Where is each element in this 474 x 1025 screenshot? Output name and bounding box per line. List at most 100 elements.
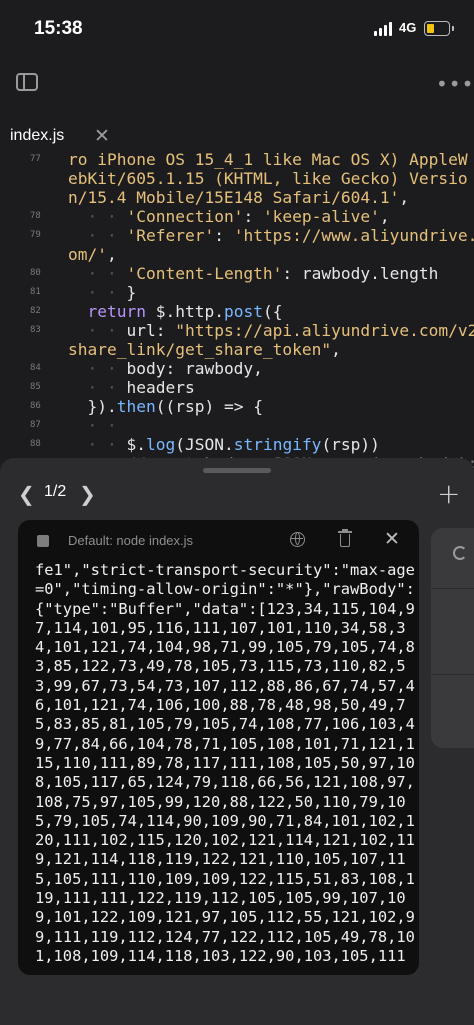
code-token: $. (126, 435, 146, 454)
code-token: · · (68, 321, 127, 340)
code-token: , (399, 188, 410, 207)
code-text: · · 'Referer': 'https://www.aliyundrive.… (68, 226, 474, 245)
globe-icon[interactable] (290, 532, 305, 547)
line-number: 86 (30, 401, 41, 411)
code-token: · · (68, 264, 127, 283)
code-token: (JSON. (175, 435, 234, 454)
side-panel-slot[interactable] (431, 680, 474, 748)
code-text: share_link/get_share_token", (68, 340, 341, 359)
code-text: ro iPhone OS 15_4_1 like Mac OS X) Apple… (68, 150, 468, 169)
code-token: body: rawbody, (126, 359, 263, 378)
code-line: 84 · · body: rawbody, (0, 359, 474, 378)
code-token: · · (68, 435, 127, 454)
code-token: : (214, 226, 234, 245)
code-token: 'https://www.aliyundrive.c (233, 226, 474, 245)
code-token: stringify (233, 435, 322, 454)
line-number: 87 (30, 420, 41, 430)
code-text: n/15.4 Mobile/15E148 Safari/604.1', (68, 188, 409, 207)
code-token: · · (68, 378, 127, 397)
code-token: · · (68, 283, 127, 302)
code-token: } (126, 283, 137, 302)
code-line: 85 · · headers (0, 378, 474, 397)
code-token: log (145, 435, 176, 454)
line-number: 88 (30, 439, 41, 449)
code-token: $. (145, 302, 176, 321)
code-line: 87 · · (0, 416, 474, 435)
tab-index-js[interactable]: index.js ✕ (8, 125, 118, 153)
console-output[interactable]: fe1","strict-transport-security":"max-ag… (35, 561, 415, 971)
code-text: return $.http.post({ (68, 302, 283, 321)
code-token: ebKit/605.1.15 (KHTML, like Gecko) Versi… (68, 169, 468, 188)
code-token: om/' (68, 245, 107, 264)
network-label: 4G (399, 20, 417, 35)
code-token: ((rsp) => { (155, 397, 263, 416)
editor-toolbar: ••• (0, 60, 474, 108)
code-token: }). (87, 397, 117, 416)
code-line: 86 }).then((rsp) => { (0, 397, 474, 416)
status-time: 15:38 (34, 18, 83, 39)
ellipsis-icon[interactable]: ••• (436, 72, 474, 96)
code-token: "https://api.aliyundrive.com/v2/ (175, 321, 474, 340)
sidebar-toggle-icon[interactable] (16, 73, 38, 91)
code-token: 'Referer' (126, 226, 215, 245)
close-icon[interactable]: ✕ (384, 528, 400, 550)
code-editor[interactable]: 77 ro iPhone OS 15_4_1 like Mac OS X) App… (0, 150, 474, 468)
code-token: 'Connection' (126, 207, 244, 226)
code-token: (rsp)) (321, 435, 380, 454)
code-text: · · } (68, 283, 136, 302)
code-text: · · headers (68, 378, 195, 397)
chevron-left-icon[interactable]: ❮ (18, 482, 35, 506)
code-token: 'keep-alive' (262, 207, 380, 226)
code-line: share_link/get_share_token", (0, 340, 474, 359)
page-indicator: 1/2 (44, 483, 67, 500)
code-line: n/15.4 Mobile/15E148 Safari/604.1', (0, 188, 474, 207)
side-panel-slot[interactable] (431, 594, 474, 675)
plus-icon[interactable]: + (437, 477, 460, 510)
reload-button[interactable] (431, 528, 474, 589)
code-token: share_link/get_share_token" (68, 340, 332, 359)
code-line: 88 · · $.log(JSON.stringify(rsp)) (0, 435, 474, 454)
signal-icon (374, 22, 394, 36)
code-token: then (116, 397, 156, 416)
tab-bar: index.js ✕ (0, 118, 474, 154)
code-line: 83 · · url: "https://api.aliyundrive.com… (0, 321, 474, 340)
code-token: · · (68, 359, 127, 378)
close-icon[interactable]: ✕ (94, 125, 110, 147)
side-panel (431, 528, 474, 748)
code-text: · · url: "https://api.aliyundrive.com/v2… (68, 321, 474, 340)
line-number: 84 (30, 363, 41, 373)
code-line: 79 · · 'Referer': 'https://www.aliyundri… (0, 226, 474, 245)
code-line: om/', (0, 245, 474, 264)
code-text: · · (68, 416, 116, 435)
code-token: headers (126, 378, 195, 397)
line-number: 83 (30, 325, 41, 335)
code-text: · · $.log(JSON.stringify(rsp)) (68, 435, 380, 454)
line-number: 80 (30, 268, 41, 278)
drag-handle[interactable] (203, 468, 271, 473)
trash-icon[interactable] (338, 529, 352, 548)
code-text: · · 'Connection': 'keep-alive', (68, 207, 390, 226)
line-number: 77 (30, 154, 41, 164)
code-token: · · (68, 207, 127, 226)
line-number: 81 (30, 287, 41, 297)
stop-icon[interactable] (37, 535, 49, 547)
code-text: · · 'Content-Length': rawbody.length (68, 264, 438, 283)
status-bar: 15:38 4G (0, 0, 474, 58)
code-text: }).then((rsp) => { (68, 397, 263, 416)
console-window: Default: node index.js ✕ fe1","strict-tr… (18, 520, 419, 975)
battery-icon (424, 21, 454, 36)
code-line: ebKit/605.1.15 (KHTML, like Gecko) Versi… (0, 169, 474, 188)
code-line: 81 · · } (0, 283, 474, 302)
chevron-right-icon[interactable]: ❯ (79, 482, 96, 506)
line-number: 82 (30, 306, 41, 316)
code-line: 80 · · 'Content-Length': rawbody.length (0, 264, 474, 283)
console-header: Default: node index.js ✕ (18, 520, 419, 560)
code-token: http (175, 302, 215, 321)
line-number: 78 (30, 211, 41, 221)
code-token: , (379, 207, 390, 226)
code-token: . (214, 302, 224, 321)
code-token: · · (68, 226, 127, 245)
code-line: 78 · · 'Connection': 'keep-alive', (0, 207, 474, 226)
